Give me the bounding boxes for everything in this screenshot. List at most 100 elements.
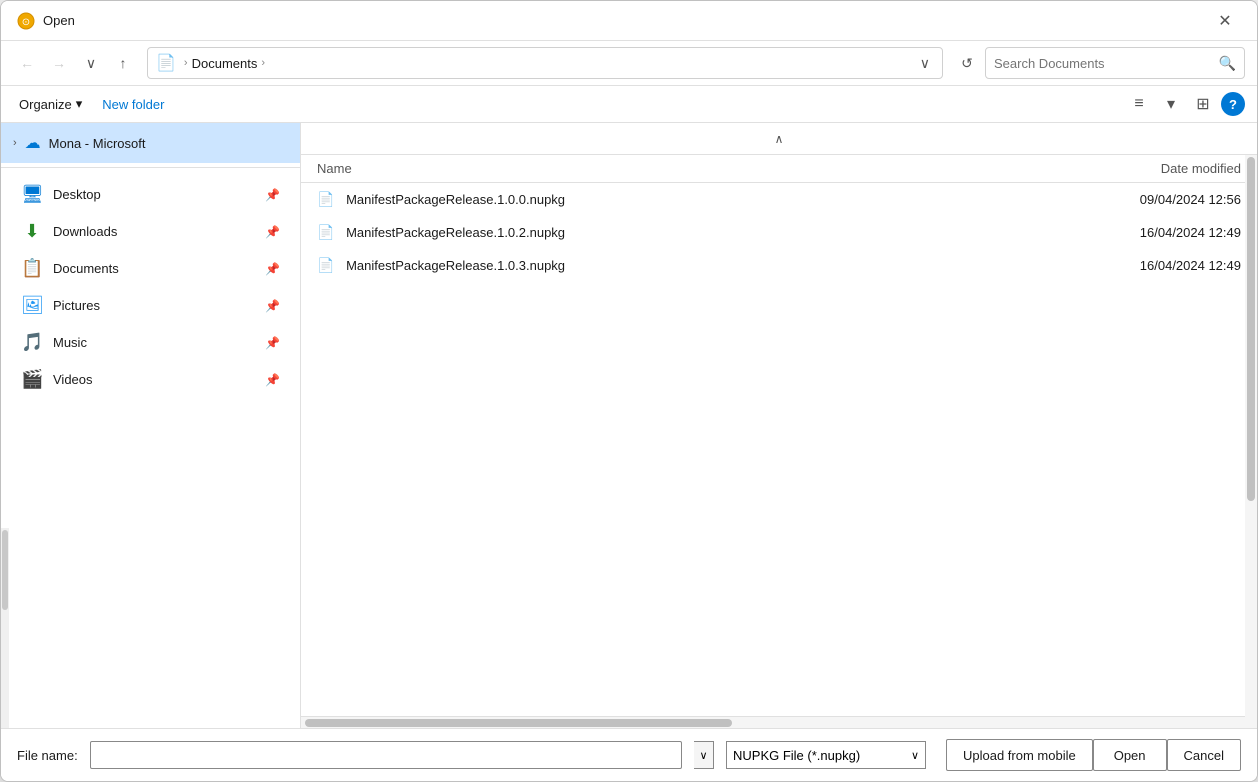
file-table: Name Date modified 📄 ManifestPackageRele… (301, 155, 1257, 716)
sidebar-item-pictures[interactable]: 🖼 Pictures 📌 (5, 287, 296, 324)
filename-label: File name: (17, 748, 78, 763)
bottom-bar: File name: ∨ NUPKG File (*.nupkg) ∨ Uplo… (1, 728, 1257, 781)
upload-from-mobile-button[interactable]: Upload from mobile (946, 739, 1093, 771)
filetype-select[interactable]: NUPKG File (*.nupkg) ∨ (726, 741, 926, 769)
col-name[interactable]: Name (301, 155, 909, 183)
horizontal-scrollbar[interactable] (301, 716, 1257, 728)
collapse-arrow[interactable]: ∧ (775, 132, 784, 146)
breadcrumb-bar[interactable]: 📄 › Documents › ∨ (147, 47, 943, 79)
sidebar-item-downloads-label: Downloads (53, 224, 255, 239)
forward-button[interactable]: → (45, 49, 73, 77)
sidebar-item-documents-label: Documents (53, 261, 255, 276)
file-icon: 📄 (317, 224, 334, 240)
sidebar-header[interactable]: › ☁ Mona - Microsoft (1, 123, 300, 163)
breadcrumb-sep1: › (184, 57, 188, 69)
onedrive-label: Mona - Microsoft (49, 136, 146, 151)
filetype-dropdown-arrow: ∨ (911, 749, 919, 762)
dialog-title: Open (43, 13, 1209, 28)
organize-label: Organize (19, 97, 72, 112)
table-row[interactable]: 📄 ManifestPackageRelease.1.0.0.nupkg 09/… (301, 183, 1257, 217)
search-icon: 🔍 (1219, 55, 1236, 72)
file-date-cell: 09/04/2024 12:56 (909, 183, 1257, 217)
svg-text:⊙: ⊙ (22, 17, 30, 28)
desktop-pin-icon: 📌 (265, 188, 280, 202)
file-name: ManifestPackageRelease.1.0.3.nupkg (346, 258, 565, 273)
title-bar: ⊙ Open ✕ (1, 1, 1257, 41)
breadcrumb-dropdown-button[interactable]: ∨ (916, 55, 934, 72)
sidebar-items: 🖥 Desktop 📌 ⬇ Downloads 📌 📋 Documents 📌 … (1, 172, 300, 402)
table-row[interactable]: 📄 ManifestPackageRelease.1.0.3.nupkg 16/… (301, 249, 1257, 282)
table-row[interactable]: 📄 ManifestPackageRelease.1.0.2.nupkg 16/… (301, 216, 1257, 249)
close-button[interactable]: ✕ (1209, 5, 1241, 37)
downloads-icon: ⬇ (21, 221, 43, 242)
app-icon: ⊙ (17, 12, 35, 30)
sidebar-item-downloads[interactable]: ⬇ Downloads 📌 (5, 213, 296, 250)
file-list-container: ∧ Name Date modified 📄 Manife (301, 123, 1257, 728)
vscrollbar-thumb (1247, 157, 1255, 501)
desktop-icon: 🖥 (21, 184, 43, 205)
breadcrumb-sep2: › (261, 57, 265, 69)
sidebar-item-videos[interactable]: 🎬 Videos 📌 (5, 361, 296, 398)
folder-icon: 📄 (156, 53, 176, 73)
back-button[interactable]: ← (13, 49, 41, 77)
sidebar-item-pictures-label: Pictures (53, 298, 255, 313)
videos-pin-icon: 📌 (265, 373, 280, 387)
filename-dropdown-button[interactable]: ∨ (694, 741, 714, 769)
sidebar-item-videos-label: Videos (53, 372, 255, 387)
cancel-button[interactable]: Cancel (1167, 739, 1241, 771)
music-pin-icon: 📌 (265, 336, 280, 350)
videos-icon: 🎬 (21, 369, 43, 390)
up-button[interactable]: ↑ (109, 49, 137, 77)
documents-icon: 📋 (21, 258, 43, 279)
new-folder-label: New folder (102, 97, 164, 112)
bottom-actions: Upload from mobile Open Cancel (946, 739, 1241, 771)
file-date-cell: 16/04/2024 12:49 (909, 249, 1257, 282)
toolbar2-right: ≡ ▾ ⊞ ? (1125, 90, 1245, 118)
search-box: 🔍 (985, 47, 1245, 79)
file-name-cell: 📄 ManifestPackageRelease.1.0.2.nupkg (301, 216, 909, 249)
help-button[interactable]: ? (1221, 92, 1245, 116)
downloads-pin-icon: 📌 (265, 225, 280, 239)
refresh-button[interactable]: ↺ (953, 49, 981, 77)
pictures-pin-icon: 📌 (265, 299, 280, 313)
sidebar-item-music[interactable]: 🎵 Music 📌 (5, 324, 296, 361)
file-name: ManifestPackageRelease.1.0.0.nupkg (346, 192, 565, 207)
filetype-label: NUPKG File (*.nupkg) (733, 748, 903, 763)
open-dialog: ⊙ Open ✕ ← → ∨ ↑ 📄 › Documents › ∨ ↺ 🔍 O… (0, 0, 1258, 782)
breadcrumb-folder[interactable]: Documents (192, 56, 258, 71)
sidebar: › ☁ Mona - Microsoft 🖥 Desktop 📌 ⬇ Downl… (1, 123, 301, 728)
sidebar-divider (1, 167, 300, 168)
file-name-cell: 📄 ManifestPackageRelease.1.0.3.nupkg (301, 249, 909, 282)
file-icon: 📄 (317, 257, 334, 273)
view-list-button[interactable]: ≡ (1125, 90, 1153, 118)
file-name-cell: 📄 ManifestPackageRelease.1.0.0.nupkg (301, 183, 909, 217)
sidebar-item-desktop-label: Desktop (53, 187, 255, 202)
file-name: ManifestPackageRelease.1.0.2.nupkg (346, 225, 565, 240)
pictures-icon: 🖼 (21, 295, 43, 316)
organize-button[interactable]: Organize ▾ (13, 92, 88, 116)
sidebar-item-desktop[interactable]: 🖥 Desktop 📌 (5, 176, 296, 213)
onedrive-icon: ☁ (25, 133, 41, 153)
view-dropdown-button[interactable]: ▾ (1157, 90, 1185, 118)
view-grid-button[interactable]: ⊞ (1189, 90, 1217, 118)
file-date-cell: 16/04/2024 12:49 (909, 216, 1257, 249)
sidebar-item-music-label: Music (53, 335, 255, 350)
filename-input[interactable] (90, 741, 682, 769)
recent-locations-button[interactable]: ∨ (77, 49, 105, 77)
sidebar-item-documents[interactable]: 📋 Documents 📌 (5, 250, 296, 287)
main-content: › ☁ Mona - Microsoft 🖥 Desktop 📌 ⬇ Downl… (1, 123, 1257, 728)
col-date[interactable]: Date modified (909, 155, 1257, 183)
documents-pin-icon: 📌 (265, 262, 280, 276)
address-toolbar: ← → ∨ ↑ 📄 › Documents › ∨ ↺ 🔍 (1, 41, 1257, 86)
vertical-scrollbar[interactable] (1245, 155, 1257, 728)
organize-arrow: ▾ (76, 96, 83, 112)
search-input[interactable] (994, 56, 1213, 71)
open-button[interactable]: Open (1093, 739, 1167, 771)
file-list-header: ∧ (301, 123, 1257, 155)
organize-toolbar: Organize ▾ New folder ≡ ▾ ⊞ ? (1, 86, 1257, 123)
file-icon: 📄 (317, 191, 334, 207)
music-icon: 🎵 (21, 332, 43, 353)
sidebar-expand-arrow: › (13, 137, 17, 149)
new-folder-button[interactable]: New folder (96, 93, 170, 116)
hscrollbar-thumb (305, 719, 732, 727)
